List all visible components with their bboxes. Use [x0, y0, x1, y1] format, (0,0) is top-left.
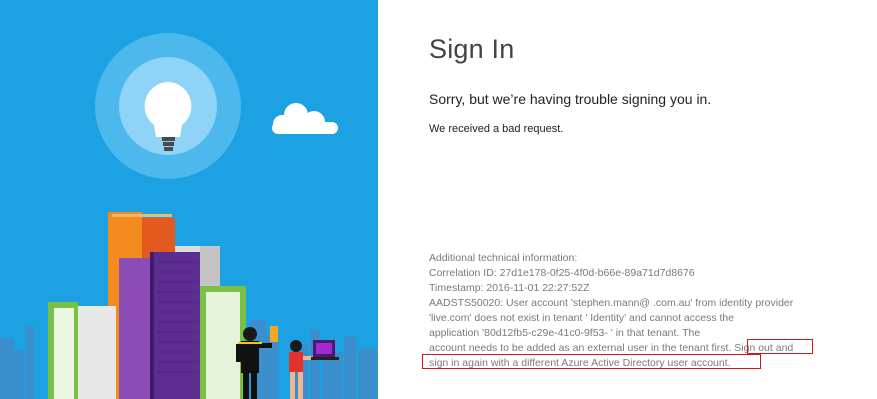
city-illustration [0, 33, 378, 399]
timestamp: Timestamp: 2016-11-01 22:27:52Z [429, 282, 590, 294]
cloud-icon [272, 103, 338, 134]
green-building-left [48, 302, 116, 399]
error-detail-line: AADSTS50020: User account 'stephen.mann@… [429, 297, 794, 309]
highlight-box [747, 339, 813, 354]
signin-content: Sign In Sorry, but we’re having trouble … [422, 0, 869, 399]
illustration-panel [0, 0, 378, 399]
error-subtitle: Sorry, but we’re having trouble signing … [429, 91, 712, 107]
page-title: Sign In [429, 34, 515, 64]
purple-building [119, 252, 200, 399]
error-message: We received a bad request. [429, 123, 564, 135]
correlation-id: Correlation ID: 27d1e178-0f25-4f0d-b66e-… [429, 267, 695, 279]
error-detail-line: 'live.com' does not exist in tenant ' Id… [429, 312, 735, 324]
highlight-box [422, 354, 761, 369]
tech-heading: Additional technical information: [429, 252, 578, 264]
